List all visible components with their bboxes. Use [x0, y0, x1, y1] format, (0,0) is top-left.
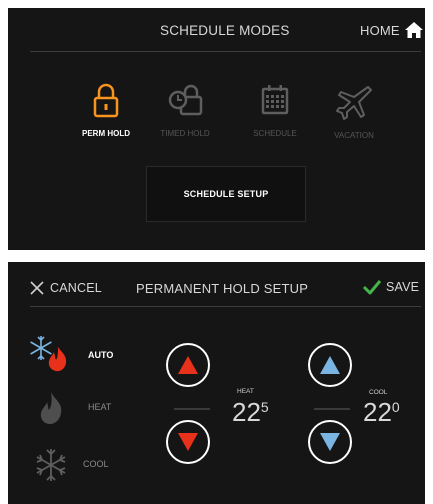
heat-divider — [174, 408, 210, 410]
heat-value: 22 — [232, 397, 261, 427]
heat-up-button[interactable] — [166, 343, 210, 387]
mode-label-vacation: VACATION — [334, 131, 374, 140]
heat-down-button[interactable] — [166, 420, 210, 464]
triangle-up-icon — [178, 356, 198, 374]
padlock-icon — [93, 83, 119, 118]
mode-label-auto: AUTO — [88, 350, 114, 360]
home-button[interactable]: HOME — [360, 22, 423, 38]
schedule-modes-screen: SCHEDULE MODES HOME PERM HOLD TIMED HOLD — [8, 8, 425, 250]
header-divider — [30, 51, 421, 52]
cancel-label: CANCEL — [50, 281, 102, 295]
cool-label: COOL — [369, 389, 388, 396]
cool-down-button[interactable] — [308, 420, 352, 464]
schedule-setup-button[interactable]: SCHEDULE SETUP — [146, 166, 306, 222]
snowflake-icon — [36, 449, 66, 481]
save-button[interactable]: SAVE — [362, 279, 419, 295]
cool-divider — [314, 408, 350, 410]
cool-up-button[interactable] — [308, 343, 352, 387]
mode-label-heat: HEAT — [88, 402, 112, 412]
home-label: HOME — [360, 22, 400, 38]
heat-decimal: 5 — [260, 399, 269, 415]
permanent-hold-setup-screen: CANCEL PERMANENT HOLD SETUP SAVE AUTO HE… — [8, 262, 425, 504]
mode-label-timed-hold: TIMED HOLD — [160, 129, 210, 138]
home-icon — [404, 22, 423, 38]
flame-icon — [40, 392, 62, 424]
close-icon — [30, 281, 44, 295]
heat-setpoint: 225 — [232, 397, 269, 428]
auto-mode-icon — [30, 336, 67, 372]
calendar-icon — [261, 85, 289, 115]
timed-lock-icon — [168, 84, 203, 116]
screen-title: SCHEDULE MODES — [160, 23, 290, 38]
mode-label-cool: COOL — [83, 459, 109, 469]
airplane-icon — [336, 86, 372, 120]
triangle-down-icon — [178, 433, 198, 451]
cancel-button[interactable]: CANCEL — [30, 281, 102, 295]
header-divider — [30, 306, 421, 307]
cool-setpoint: 220 — [363, 397, 400, 428]
mode-label-perm-hold: PERM HOLD — [82, 129, 130, 138]
mode-label-schedule: SCHEDULE — [253, 129, 297, 138]
triangle-up-icon — [320, 356, 340, 374]
save-label: SAVE — [386, 280, 420, 294]
checkmark-icon — [362, 280, 382, 295]
screen-title: PERMANENT HOLD SETUP — [136, 281, 309, 296]
cool-decimal: 0 — [391, 399, 400, 415]
triangle-down-icon — [320, 433, 340, 451]
cool-value: 22 — [363, 397, 392, 427]
heat-label: HEAT — [237, 388, 254, 395]
